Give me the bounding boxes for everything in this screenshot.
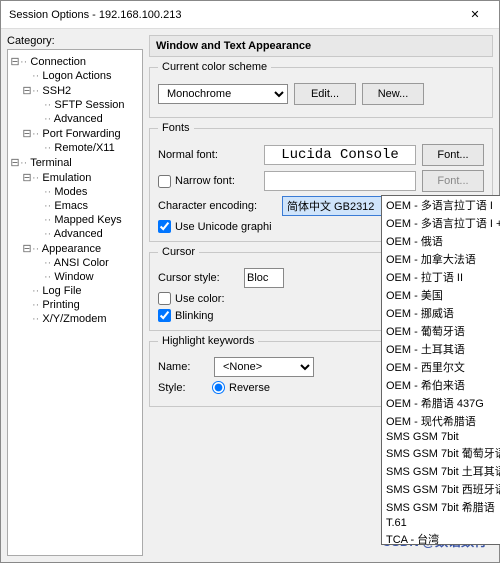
normal-font-label: Normal font: (158, 149, 258, 161)
close-button[interactable]: ✕ (455, 3, 495, 27)
highlight-name-label: Name: (158, 361, 208, 373)
blinking-checkbox[interactable] (158, 309, 171, 322)
color-scheme-group: Current color scheme Monochrome Edit... … (149, 61, 493, 118)
session-options-window: Session Options - 192.168.100.213 ✕ Cate… (0, 0, 500, 563)
tree-item[interactable]: ·· Mapped Keys (10, 213, 140, 227)
color-scheme-select[interactable]: Monochrome (158, 84, 288, 104)
encoding-option[interactable]: OEM - 现代希腊语 (382, 412, 500, 430)
char-encoding-label: Character encoding: (158, 200, 276, 212)
encoding-option[interactable]: OEM - 西里尔文 (382, 358, 500, 376)
titlebar: Session Options - 192.168.100.213 ✕ (1, 1, 499, 29)
encoding-option[interactable]: OEM - 希伯来语 (382, 376, 500, 394)
encoding-option[interactable]: SMS GSM 7bit 西班牙语 (382, 480, 500, 498)
tree-item[interactable]: ·· ANSI Color (10, 256, 140, 270)
highlight-style-label: Style: (158, 382, 208, 394)
tree-item[interactable]: ⊟·· Appearance (10, 241, 140, 256)
narrow-font-label: Narrow font: (175, 175, 235, 187)
encoding-option[interactable]: OEM - 拉丁语 II (382, 268, 500, 286)
edit-scheme-button[interactable]: Edit... (294, 83, 356, 105)
encoding-option[interactable]: OEM - 加拿大法语 (382, 250, 500, 268)
encoding-option[interactable]: OEM - 挪威语 (382, 304, 500, 322)
tree-item[interactable]: ⊟·· Emulation (10, 170, 140, 185)
encoding-option[interactable]: SMS GSM 7bit 葡萄牙语 (382, 444, 500, 462)
encoding-option[interactable]: OEM - 多语言拉丁语 I (382, 196, 500, 214)
narrow-font-display (264, 171, 416, 191)
left-pane: Category: ⊟·· Connection·· Logon Actions… (7, 35, 143, 556)
encoding-option[interactable]: OEM - 土耳其语 (382, 340, 500, 358)
use-color-label: Use color: (175, 293, 225, 305)
window-title: Session Options - 192.168.100.213 (9, 9, 455, 21)
blinking-label: Blinking (175, 310, 214, 322)
encoding-option[interactable]: OEM - 俄语 (382, 232, 500, 250)
encoding-option[interactable]: OEM - 葡萄牙语 (382, 322, 500, 340)
right-pane: Window and Text Appearance Current color… (149, 35, 493, 556)
color-scheme-legend: Current color scheme (158, 61, 271, 73)
encoding-option[interactable]: SMS GSM 7bit 土耳其语 (382, 462, 500, 480)
fonts-legend: Fonts (158, 122, 194, 134)
tree-item[interactable]: ·· Remote/X11 (10, 141, 140, 155)
normal-font-display: Lucida Console (264, 145, 416, 165)
encoding-option[interactable]: OEM - 美国 (382, 286, 500, 304)
tree-item[interactable]: ·· Printing (10, 298, 140, 312)
cursor-style-label: Cursor style: (158, 272, 238, 284)
reverse-label: Reverse (229, 382, 270, 394)
tree-item[interactable]: ·· SFTP Session (10, 98, 140, 112)
tree-item[interactable]: ·· Log File (10, 284, 140, 298)
encoding-option[interactable]: T.61 (382, 516, 500, 530)
highlight-name-select[interactable]: <None> (214, 357, 314, 377)
use-color-checkbox[interactable] (158, 292, 171, 305)
tree-item[interactable]: ⊟·· SSH2 (10, 83, 140, 98)
tree-item[interactable]: ·· X/Y/Zmodem (10, 312, 140, 326)
tree-item[interactable]: ·· Advanced (10, 227, 140, 241)
new-scheme-button[interactable]: New... (362, 83, 424, 105)
encoding-option[interactable]: OEM - 希腊语 437G (382, 394, 500, 412)
reverse-radio[interactable] (212, 381, 225, 394)
section-title: Window and Text Appearance (149, 35, 493, 57)
highlight-legend: Highlight keywords (158, 335, 258, 347)
tree-item[interactable]: ·· Window (10, 270, 140, 284)
cursor-style-select[interactable]: Bloc (244, 268, 284, 288)
tree-item[interactable]: ⊟·· Port Forwarding (10, 126, 140, 141)
encoding-option[interactable]: SMS GSM 7bit 希腊语 (382, 498, 500, 516)
category-tree[interactable]: ⊟·· Connection·· Logon Actions⊟·· SSH2··… (7, 49, 143, 556)
narrow-font-button[interactable]: Font... (422, 170, 484, 192)
narrow-font-checkbox[interactable] (158, 175, 171, 188)
encoding-option[interactable]: SMS GSM 7bit (382, 430, 500, 444)
encoding-dropdown-list[interactable]: OEM - 多语言拉丁语 IOEM - 多语言拉丁语 I + EuroOEM -… (382, 196, 500, 544)
unicode-graphics-checkbox[interactable] (158, 220, 171, 233)
tree-item[interactable]: ·· Emacs (10, 199, 140, 213)
normal-font-button[interactable]: Font... (422, 144, 484, 166)
tree-item[interactable]: ·· Modes (10, 185, 140, 199)
encoding-option[interactable]: TCA - 台湾 (382, 530, 500, 544)
cursor-legend: Cursor (158, 246, 199, 258)
tree-item[interactable]: ·· Advanced (10, 112, 140, 126)
category-label: Category: (7, 35, 143, 47)
close-icon: ✕ (470, 8, 479, 21)
tree-item[interactable]: ⊟·· Terminal (10, 155, 140, 170)
dialog-body: Category: ⊟·· Connection·· Logon Actions… (1, 29, 499, 562)
tree-item[interactable]: ⊟·· Connection (10, 54, 140, 69)
encoding-dropdown[interactable]: OEM - 多语言拉丁语 IOEM - 多语言拉丁语 I + EuroOEM -… (381, 195, 500, 545)
tree-item[interactable]: ·· Logon Actions (10, 69, 140, 83)
unicode-graphics-label: Use Unicode graphi (175, 221, 272, 233)
encoding-option[interactable]: OEM - 多语言拉丁语 I + Euro (382, 214, 500, 232)
